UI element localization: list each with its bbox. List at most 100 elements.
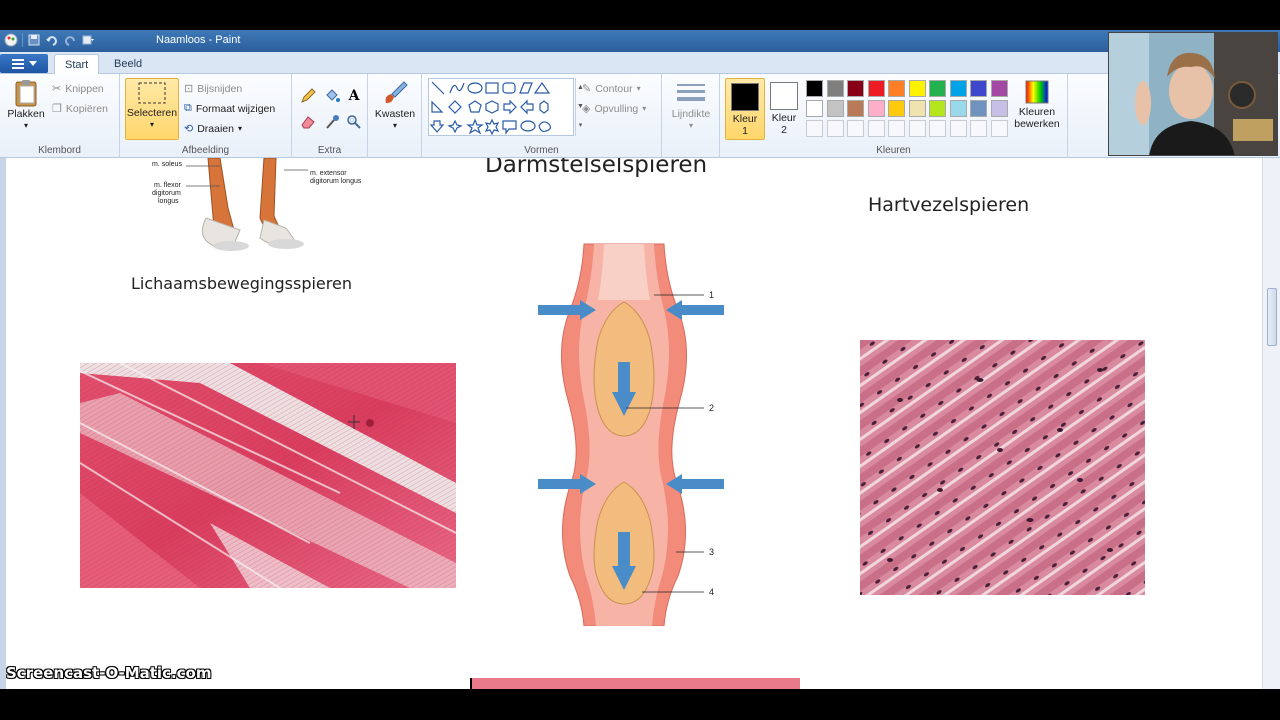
custom-color-slot[interactable] xyxy=(908,120,926,137)
palette-swatch[interactable] xyxy=(908,100,926,117)
brushes-button[interactable]: Kwasten ▾ xyxy=(374,78,416,132)
redo-icon[interactable] xyxy=(63,33,77,47)
custom-color-slot[interactable] xyxy=(970,120,987,137)
color2-button[interactable]: Kleur 2 xyxy=(764,78,804,140)
fill-icon: ◈ xyxy=(582,103,591,115)
edit-colors-button[interactable]: Kleuren bewerken xyxy=(1010,78,1064,130)
palette-swatch[interactable] xyxy=(888,100,905,117)
custom-color-slot[interactable] xyxy=(888,120,905,137)
tab-beeld[interactable]: Beeld xyxy=(104,54,152,74)
outline-button[interactable]: ✎ Contour ▾ xyxy=(582,82,641,96)
edit-colors-label: Kleuren bewerken xyxy=(1014,106,1060,130)
window-title: Naamloos - Paint xyxy=(156,34,241,46)
magnifier-icon[interactable] xyxy=(344,112,364,132)
palette-swatch[interactable] xyxy=(908,80,926,97)
fill-label: Opvulling xyxy=(594,102,639,115)
leg-label-extensor-longus: digitorum longus xyxy=(310,178,362,185)
copy-button[interactable]: ❐ Kopiëren xyxy=(52,102,108,116)
rotate-button[interactable]: ⟲ Draaien ▾ xyxy=(184,122,243,136)
line-width-button[interactable]: Lijndikte ▾ xyxy=(668,78,714,132)
palette-swatch[interactable] xyxy=(970,100,987,117)
diagram-label-3: 3 xyxy=(709,547,714,557)
webcam-overlay xyxy=(1108,32,1278,156)
palette-swatch[interactable] xyxy=(990,80,1008,97)
paint-menu-button[interactable] xyxy=(0,54,48,73)
palette-swatch[interactable] xyxy=(888,80,905,97)
title-lichaamsbewegingsspieren: Lichaamsbewegingsspieren xyxy=(131,274,352,293)
resize-label: Formaat wijzigen xyxy=(195,102,276,115)
crop-label: Bijsnijden xyxy=(197,82,243,95)
palette-swatch[interactable] xyxy=(826,80,844,97)
group-klembord: Plakken ▾ ✂ Knippen ❐ Kopiëren Klembord xyxy=(0,74,120,158)
shapes-gallery[interactable] xyxy=(428,78,574,136)
cardiac-muscle-image xyxy=(860,340,1145,595)
copy-icon: ❐ xyxy=(52,103,62,115)
outline-label: Contour xyxy=(595,82,633,95)
eraser-icon[interactable] xyxy=(298,112,318,132)
group-lijndikte: Lijndikte ▾ xyxy=(662,74,720,158)
shapes-grid-icon xyxy=(429,81,552,136)
palette-swatch[interactable] xyxy=(806,100,823,117)
resize-button[interactable]: ⧉ Formaat wijzigen xyxy=(184,102,275,115)
drawing-canvas[interactable]: m. soleus m. flexor digitorum longus m. … xyxy=(6,158,1262,689)
palette-swatch[interactable] xyxy=(826,100,844,117)
pencil-icon[interactable] xyxy=(298,86,318,106)
crop-button[interactable]: ⊡ Bijsnijden xyxy=(184,82,243,96)
title-hartvezelspieren: Hartvezelspieren xyxy=(868,194,1030,216)
diagram-label-2: 2 xyxy=(709,403,714,413)
chevron-down-icon: ▾ xyxy=(642,104,647,113)
color1-label: Kleur 1 xyxy=(732,113,758,137)
paste-button[interactable]: Plakken ▾ xyxy=(6,78,46,132)
fill-button[interactable]: ◈ Opvulling ▾ xyxy=(582,102,647,116)
tab-start[interactable]: Start xyxy=(54,54,100,75)
menu-icon xyxy=(11,58,24,69)
custom-color-slot[interactable] xyxy=(929,120,946,137)
undo-icon[interactable] xyxy=(45,33,59,47)
chevron-down-icon: ▾ xyxy=(392,121,397,130)
palette-swatch[interactable] xyxy=(949,80,967,97)
leg-label-soleus: m. soleus xyxy=(152,161,182,168)
color-picker-icon[interactable] xyxy=(322,112,342,132)
custom-color-slot[interactable] xyxy=(847,120,864,137)
chevron-down-icon: ▾ xyxy=(238,124,243,133)
custom-color-slot[interactable] xyxy=(990,120,1008,137)
palette-swatch[interactable] xyxy=(929,80,946,97)
diagram-label-1: 1 xyxy=(709,290,714,300)
palette-swatch[interactable] xyxy=(929,100,946,117)
color1-button[interactable]: Kleur 1 xyxy=(725,78,765,140)
palette-swatch[interactable] xyxy=(970,80,987,97)
chevron-down-icon: ▾ xyxy=(688,121,693,130)
palette-swatch[interactable] xyxy=(867,80,885,97)
custom-color-slot[interactable] xyxy=(867,120,885,137)
palette-swatch[interactable] xyxy=(806,80,823,97)
customize-qat-icon[interactable] xyxy=(81,33,95,47)
color2-label: Kleur 2 xyxy=(771,112,797,136)
quick-access-toolbar xyxy=(4,33,95,47)
custom-color-slot[interactable] xyxy=(826,120,844,137)
custom-color-slot[interactable] xyxy=(806,120,823,137)
cut-button[interactable]: ✂ Knippen xyxy=(52,82,104,96)
paint-app-icon[interactable] xyxy=(4,33,18,47)
leg-label-digitorum: digitorum xyxy=(152,190,181,197)
leg-label-longus: longus xyxy=(158,198,179,205)
ribbon-tab-bar: Start Beeld xyxy=(0,52,1280,75)
custom-color-slot[interactable] xyxy=(949,120,967,137)
scrollbar-thumb[interactable] xyxy=(1267,288,1277,346)
brush-icon xyxy=(385,81,408,104)
palette-swatch[interactable] xyxy=(847,100,864,117)
fill-bucket-icon[interactable] xyxy=(322,86,342,106)
color2-swatch xyxy=(770,82,798,110)
peristalsis-diagram: 1 2 3 4 xyxy=(526,240,726,626)
text-tool-icon[interactable]: A xyxy=(344,86,364,106)
palette-swatch[interactable] xyxy=(847,80,864,97)
color-palette xyxy=(806,80,1016,142)
palette-swatch[interactable] xyxy=(990,100,1008,117)
save-icon[interactable] xyxy=(27,33,41,47)
palette-swatch[interactable] xyxy=(949,100,967,117)
palette-swatch[interactable] xyxy=(867,100,885,117)
vertical-scrollbar[interactable] xyxy=(1262,158,1280,689)
group-kwasten: Kwasten ▾ xyxy=(368,74,422,158)
select-button[interactable]: Selecteren ▾ xyxy=(125,78,179,140)
leg-label-extensor: m. extensor xyxy=(310,170,347,177)
group-extra: A Extra xyxy=(292,74,368,158)
